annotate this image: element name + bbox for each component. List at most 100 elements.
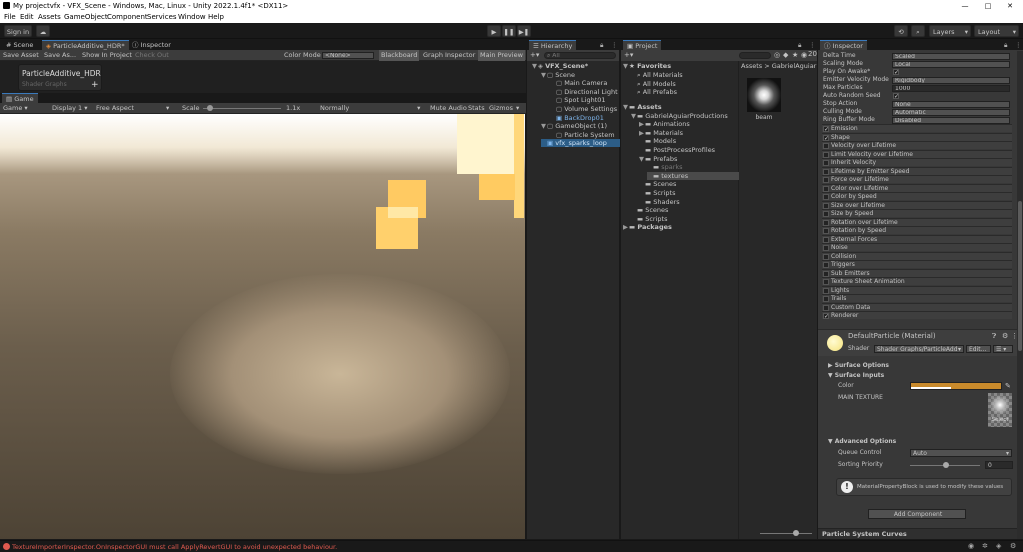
hierarchy-item[interactable]: ▢ Particle System [550,131,620,139]
module-checkbox[interactable] [823,211,829,217]
property-dropdown[interactable]: Rigidbody [892,77,1010,84]
module-row[interactable]: ✓ Shape [822,132,1012,141]
module-row[interactable]: Triggers [822,260,1012,268]
hierarchy-search-input[interactable]: ⌕ All [544,52,616,59]
module-row[interactable]: ✓ Emission [822,124,1012,133]
inspector-lock-icon[interactable]: 🔒︎ [1004,40,1007,50]
module-checkbox[interactable] [823,279,829,285]
scale-slider[interactable] [203,108,281,109]
module-row[interactable]: Rotation by Speed [822,226,1012,234]
star-icon[interactable]: ★ [792,51,798,59]
property-dropdown[interactable]: Automatic [892,109,1010,116]
favorites-item[interactable]: ⌕ All Prefabs [637,88,677,96]
cloud-icon[interactable]: ☁ [36,25,50,37]
eyedropper-icon[interactable]: ✎ [1005,382,1011,390]
property-dropdown[interactable]: None [892,101,1010,108]
tab-hierarchy[interactable]: ☰ Hierarchy [529,40,577,50]
hierarchy-item[interactable]: ▼◈ VFX_Scene* [532,62,620,70]
queue-control-dropdown[interactable]: Auto ▾ [910,449,1012,457]
hierarchy-add-button[interactable]: +▾ [530,51,539,59]
status-error-message[interactable]: TextureImporterInspector.OnInspectorGUI … [12,542,337,552]
layers-dropdown[interactable]: Layers ▾ [929,25,971,37]
scrollbar-thumb[interactable] [1018,201,1022,351]
breadcrumb-folder[interactable]: GabrielAguiarPro [772,62,817,70]
menu-edit[interactable]: Edit [20,12,34,23]
advanced-options-foldout[interactable]: ▼ Advanced Options [828,438,896,446]
menu-file[interactable]: File [4,12,16,23]
save-asset-button[interactable]: Save Asset [3,50,39,61]
tab-inspector-left[interactable]: ⓘ Inspector [128,40,175,50]
module-checkbox[interactable] [823,253,829,260]
module-row[interactable]: Rotation over Lifetime [822,217,1012,226]
help-icon[interactable]: ❓︎ [992,332,996,341]
module-checkbox[interactable] [823,270,829,277]
blackboard-add-button[interactable]: + [91,80,99,90]
texture-slot[interactable]: Select [988,393,1012,427]
module-row[interactable]: Trails [822,294,1012,302]
module-row[interactable]: Lights [822,285,1012,294]
texture-select-button[interactable]: Select [988,417,1012,423]
project-tree-item[interactable]: ▬ sparks [647,163,739,171]
debug-icon[interactable]: ✲ [982,542,988,550]
project-tree-item[interactable]: ▬ Models [639,137,739,145]
material-more-icon[interactable]: ⋮ [1011,332,1018,340]
asset-size-thumb[interactable] [793,530,799,536]
play-button[interactable]: ▶ [487,25,501,37]
settings-icon[interactable]: ⚙ [1002,332,1008,340]
module-row[interactable]: Color by Speed [822,192,1012,200]
tab-project[interactable]: ▣ Project [623,40,662,50]
inspector-menu-icon[interactable]: ⋮ [1015,40,1022,50]
project-tree-item[interactable]: ▼▬ Assets [623,103,739,111]
filter-type-icon[interactable]: ◎ [774,51,780,59]
edit-shader-button[interactable]: Edit... [966,345,991,353]
breadcrumb-root[interactable]: Assets [741,62,762,70]
module-checkbox[interactable] [823,177,829,183]
hierarchy-item[interactable]: ▼▢ GameObject (1) [541,122,620,130]
pause-button[interactable]: ❚❚ [502,25,516,37]
module-checkbox[interactable] [823,151,829,158]
module-row[interactable]: Velocity over Lifetime [822,141,1012,149]
module-checkbox[interactable] [823,219,829,226]
property-checkbox[interactable]: ✓ [893,69,899,76]
module-row[interactable]: Lifetime by Emitter Speed [822,166,1012,175]
minimize-button[interactable]: — [955,0,975,12]
asset-tile[interactable]: beam [747,78,781,121]
project-add-button[interactable]: +▾ [624,51,633,59]
project-tree-item[interactable]: ▬ Scripts [631,215,739,223]
module-checkbox[interactable]: ✓ [823,134,829,141]
menu-assets[interactable]: Assets [38,12,61,23]
module-checkbox[interactable] [823,262,829,268]
hierarchy-item[interactable]: ▼▢ Scene [541,71,620,79]
material-menu-dropdown[interactable]: ☰ ▾ [993,345,1013,353]
shadergraph-canvas[interactable]: ParticleAdditive_HDR Shader Graphs + [0,61,526,93]
project-tree-item[interactable]: ▬ PostProcessProfiles [639,146,739,154]
history-icon[interactable]: ⟲ [894,25,908,37]
hierarchy-item[interactable]: ▢ Directional Light [550,88,620,96]
module-checkbox[interactable]: ✓ [823,126,829,133]
project-tree-item[interactable]: ▶▬ Materials [639,129,739,137]
menu-services[interactable]: Services [147,12,177,23]
property-dropdown[interactable]: Local [892,61,1010,68]
project-search-input[interactable] [739,52,771,59]
module-checkbox[interactable] [823,296,829,302]
lock-icon[interactable]: 🔒︎ [600,40,603,50]
tab-inspector[interactable]: ⓘ Inspector [820,40,867,50]
shader-dropdown[interactable]: Shader Graphs/ParticleAdd ▾ [874,345,964,353]
add-component-button[interactable]: Add Component [868,509,966,519]
module-row[interactable]: Inherit Velocity [822,158,1012,166]
menu-window[interactable]: Window [178,12,206,23]
property-field[interactable]: 1000 [892,85,1010,92]
module-row[interactable]: ✓ Renderer [822,311,1012,320]
project-tree-item[interactable]: ▶▬ Packages [623,223,739,231]
show-in-project-button[interactable]: Show In Project [82,50,132,61]
module-checkbox[interactable] [823,202,829,209]
module-row[interactable]: Texture Sheet Animation [822,277,1012,285]
property-checkbox[interactable]: ✓ [893,93,899,100]
gizmos-button[interactable]: Gizmos [489,103,513,114]
module-row[interactable]: External Forces [822,234,1012,243]
module-row[interactable]: Custom Data [822,302,1012,311]
graph-inspector-button[interactable]: Graph Inspector [423,50,475,61]
module-checkbox[interactable] [823,168,829,175]
curves-footer[interactable]: Particle System Curves [818,528,1017,539]
filter-label-icon[interactable]: ◆ [783,51,788,59]
